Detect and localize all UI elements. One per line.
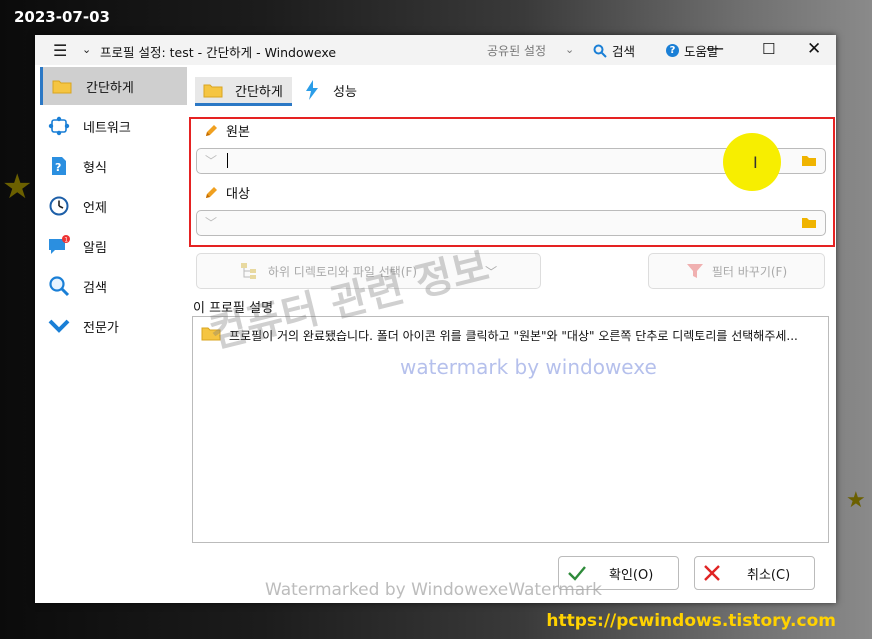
search-icon [593, 44, 607, 58]
hamburger-menu-icon[interactable]: ☰ [53, 41, 67, 60]
expert-chevron-icon [47, 315, 71, 337]
shared-settings-dropdown[interactable]: 공유된 설정 [487, 42, 546, 59]
cancel-button[interactable]: 취소(C) [694, 556, 815, 590]
description-box: 프로필이 거의 완료됐습니다. 폴더 아이콘 위를 클릭하고 "원본"와 "대상… [192, 316, 829, 543]
folder-browse-icon[interactable] [801, 154, 817, 167]
checkmark-icon [568, 566, 586, 581]
sidebar-item-label: 형식 [83, 160, 107, 176]
source-label-text: 원본 [226, 125, 250, 140]
target-label-text: 대상 [226, 187, 250, 202]
source-label: 원본 [204, 121, 250, 140]
close-button[interactable]: ✕ [807, 39, 821, 59]
star-decoration: ★ [2, 167, 33, 207]
folder-icon [203, 84, 223, 98]
cancel-button-label: 취소(C) [747, 567, 791, 583]
help-icon: ? [666, 44, 679, 57]
watermark-bottom: Watermarked by WindowexeWatermark [265, 580, 603, 600]
tab-label: 성능 [333, 84, 357, 100]
clock-icon [47, 195, 71, 217]
sidebar-item-label: 네트워크 [83, 120, 131, 136]
change-filter-button[interactable]: 필터 바꾸기(F) [648, 253, 825, 289]
sidebar-item-label: 전문가 [83, 320, 119, 336]
notification-icon: 1 [47, 235, 71, 257]
sidebar-item-simple[interactable]: 간단하게 [40, 67, 187, 105]
tab-simple[interactable]: 간단하게 [195, 77, 292, 106]
change-filter-button-label: 필터 바꾸기(F) [711, 264, 788, 279]
site-url: https://pcwindows.tistory.com [546, 611, 836, 631]
sidebar-item-format[interactable]: ? 형식 [40, 147, 187, 185]
folder-icon [50, 75, 74, 97]
sidebar-item-search[interactable]: 검색 [40, 267, 187, 305]
sidebar: 간단하게 네트워크 ? 형식 언제 1 알림 검색 전문가 [35, 65, 188, 603]
search-button[interactable]: 검색 [593, 41, 635, 60]
watermark-english: watermark by windowexe [400, 355, 657, 379]
ok-button-label: 확인(O) [609, 567, 654, 583]
sidebar-item-label: 검색 [83, 280, 107, 296]
close-icon [704, 565, 720, 581]
sidebar-item-expert[interactable]: 전문가 [40, 307, 187, 345]
sidebar-item-network[interactable]: 네트워크 [40, 107, 187, 145]
sidebar-item-label: 간단하게 [86, 80, 134, 96]
star-decoration: ★ [846, 488, 866, 513]
filter-icon [686, 264, 703, 278]
minimize-button[interactable]: — [706, 38, 724, 59]
tab-performance[interactable]: 성능 [305, 77, 357, 103]
sidebar-item-label: 언제 [83, 200, 107, 216]
folder-browse-icon[interactable] [801, 216, 817, 229]
sidebar-item-label: 알림 [83, 240, 107, 256]
format-icon: ? [47, 155, 71, 177]
network-icon [47, 115, 71, 137]
window-title: 프로필 설정: test - 간단하게 - Windowexe [100, 45, 337, 60]
chevron-down-icon[interactable]: ⌄ [565, 43, 574, 56]
pencil-icon [206, 186, 217, 198]
sidebar-item-notifications[interactable]: 1 알림 [40, 227, 187, 265]
chevron-down-icon[interactable]: ﹀ [205, 214, 217, 231]
date-label: 2023-07-03 [14, 8, 110, 26]
cursor-highlight [723, 133, 781, 191]
svg-text:1: 1 [64, 237, 68, 244]
target-label: 대상 [204, 183, 250, 202]
lightning-icon [306, 80, 318, 100]
tab-label: 간단하게 [235, 84, 283, 100]
search-icon [47, 275, 71, 297]
pencil-icon [206, 124, 217, 136]
maximize-button[interactable]: ☐ [762, 40, 775, 58]
folder-tree-icon [240, 263, 256, 279]
search-button-label: 검색 [612, 44, 636, 59]
text-cursor-icon: I [753, 153, 758, 172]
text-caret [227, 153, 228, 168]
chevron-down-icon[interactable]: ﹀ [205, 152, 217, 169]
profile-settings-window: ☰ ⌄ 프로필 설정: test - 간단하게 - Windowexe 공유된 … [35, 35, 836, 603]
chevron-down-icon[interactable]: ⌄ [82, 43, 91, 56]
titlebar: ☰ ⌄ 프로필 설정: test - 간단하게 - Windowexe 공유된 … [35, 35, 836, 65]
target-path-combobox[interactable]: ﹀ [196, 210, 826, 236]
svg-text:?: ? [55, 161, 61, 174]
sidebar-item-when[interactable]: 언제 [40, 187, 187, 225]
